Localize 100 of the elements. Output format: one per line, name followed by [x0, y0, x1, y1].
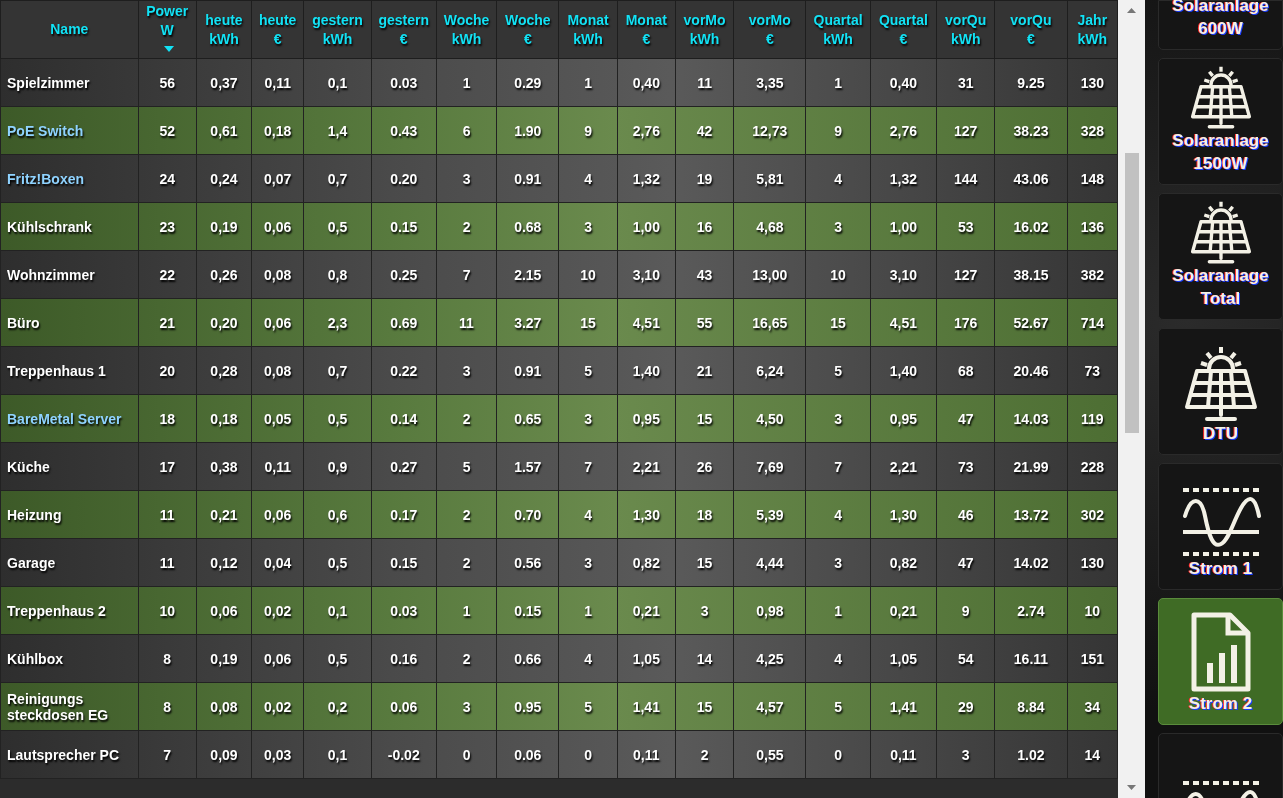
column-header[interactable]: gestern kWh: [303, 0, 372, 59]
column-header[interactable]: Power W: [138, 0, 197, 59]
table-cell: 7: [806, 442, 871, 491]
table-cell: 228: [1067, 442, 1118, 491]
table-cell: 9: [936, 586, 995, 635]
sidebar-tile[interactable]: Strom 2: [1158, 598, 1283, 725]
table-cell: 2: [436, 634, 497, 683]
device-name: Lautsprecher PC: [0, 730, 139, 779]
column-header[interactable]: vorQu €: [994, 0, 1068, 59]
sidebar-tile[interactable]: Solaranlage Total: [1158, 193, 1283, 320]
table-cell: 73: [1067, 346, 1118, 395]
sidebar-tile[interactable]: Strom 1: [1158, 463, 1283, 590]
device-link[interactable]: PoE Switch: [0, 106, 139, 155]
table-cell: 4,50: [733, 394, 806, 443]
table-cell: 9: [806, 106, 871, 155]
device-name: Garage: [0, 538, 139, 587]
table-cell: 1,00: [617, 202, 676, 251]
table-cell: 0,11: [251, 442, 304, 491]
table-cell: 2,3: [303, 298, 372, 347]
table-cell: 0.17: [371, 490, 437, 539]
table-cell: 1: [806, 586, 871, 635]
table-cell: 0,1: [303, 586, 372, 635]
table-cell: 1: [806, 58, 871, 107]
table-cell: 24: [138, 154, 197, 203]
table-cell: 130: [1067, 58, 1118, 107]
table-cell: 15: [558, 298, 618, 347]
table-cell: 2: [436, 202, 497, 251]
table-cell: 119: [1067, 394, 1118, 443]
document-chart-icon: [1189, 611, 1252, 694]
table-cell: 0,18: [251, 106, 304, 155]
scrollbar-thumb[interactable]: [1124, 153, 1139, 433]
table-cell: 0.68: [496, 202, 559, 251]
column-header[interactable]: Quartal kWh: [806, 0, 871, 59]
table-cell: 4: [806, 490, 871, 539]
table-cell: 3: [806, 538, 871, 587]
column-header[interactable]: gestern €: [371, 0, 437, 59]
table-cell: 46: [936, 490, 995, 539]
table-cell: 127: [936, 106, 995, 155]
table-cell: 8: [138, 634, 197, 683]
table-cell: 0,09: [196, 730, 252, 779]
table-cell: 52: [138, 106, 197, 155]
table-cell: 0,07: [251, 154, 304, 203]
table-cell: 2,21: [617, 442, 676, 491]
table-cell: 0,55: [733, 730, 806, 779]
scroll-up-icon[interactable]: [1127, 8, 1136, 13]
table-cell: 0: [436, 730, 497, 779]
column-header[interactable]: Name: [0, 0, 139, 59]
device-link[interactable]: BareMetal Server: [0, 394, 139, 443]
table-cell: 68: [936, 346, 995, 395]
table-cell: 0,08: [196, 682, 252, 731]
table-cell: 2.74: [994, 586, 1068, 635]
table-cell: 14.03: [994, 394, 1068, 443]
table-cell: 3: [436, 154, 497, 203]
table-cell: 0,02: [251, 682, 304, 731]
table-cell: 3: [558, 538, 618, 587]
column-header[interactable]: Monat €: [617, 0, 676, 59]
column-header[interactable]: heute €: [251, 0, 304, 59]
table-cell: 0: [806, 730, 871, 779]
table-cell: 0,04: [251, 538, 304, 587]
table-cell: 0,1: [303, 58, 372, 107]
device-link[interactable]: Fritz!Boxen: [0, 154, 139, 203]
column-header[interactable]: Quartal €: [870, 0, 937, 59]
column-header[interactable]: Jahr kWh: [1067, 0, 1118, 59]
column-header[interactable]: Woche kWh: [436, 0, 497, 59]
table-cell: 4,51: [870, 298, 937, 347]
table-cell: 73: [936, 442, 995, 491]
table-cell: 0,37: [196, 58, 252, 107]
scroll-down-icon[interactable]: [1127, 785, 1136, 790]
column-header[interactable]: Monat kWh: [558, 0, 618, 59]
table-cell: 127: [936, 250, 995, 299]
table-cell: 47: [936, 394, 995, 443]
table-cell: 0,21: [870, 586, 937, 635]
table-cell: 3,35: [733, 58, 806, 107]
table-cell: 0.15: [496, 586, 559, 635]
column-header[interactable]: heute kWh: [196, 0, 252, 59]
table-cell: 3,10: [617, 250, 676, 299]
scrollbar[interactable]: [1118, 0, 1145, 798]
table-cell: 3.27: [496, 298, 559, 347]
table-cell: 0,82: [617, 538, 676, 587]
table-cell: 0,06: [251, 202, 304, 251]
column-header[interactable]: Woche €: [496, 0, 559, 59]
column-header[interactable]: vorQu kWh: [936, 0, 995, 59]
table-cell: 1,30: [870, 490, 937, 539]
table-cell: 0.15: [371, 538, 437, 587]
column-header[interactable]: vorMo kWh: [675, 0, 734, 59]
table-cell: 3: [436, 346, 497, 395]
sidebar-tile[interactable]: Solaranlage 1500W: [1158, 58, 1283, 185]
table-cell: 0,9: [303, 442, 372, 491]
table-cell: 7: [436, 250, 497, 299]
device-name: Wohnzimmer: [0, 250, 139, 299]
table-cell: 0,06: [251, 490, 304, 539]
sidebar-tile[interactable]: DTU: [1158, 328, 1283, 455]
table-cell: 4,57: [733, 682, 806, 731]
table-cell: 4: [558, 154, 618, 203]
table-cell: 26: [675, 442, 734, 491]
device-name: Kühlbox: [0, 634, 139, 683]
table-cell: 0,2: [303, 682, 372, 731]
table-cell: 1,40: [617, 346, 676, 395]
column-header[interactable]: vorMo €: [733, 0, 806, 59]
table-cell: 0,24: [196, 154, 252, 203]
